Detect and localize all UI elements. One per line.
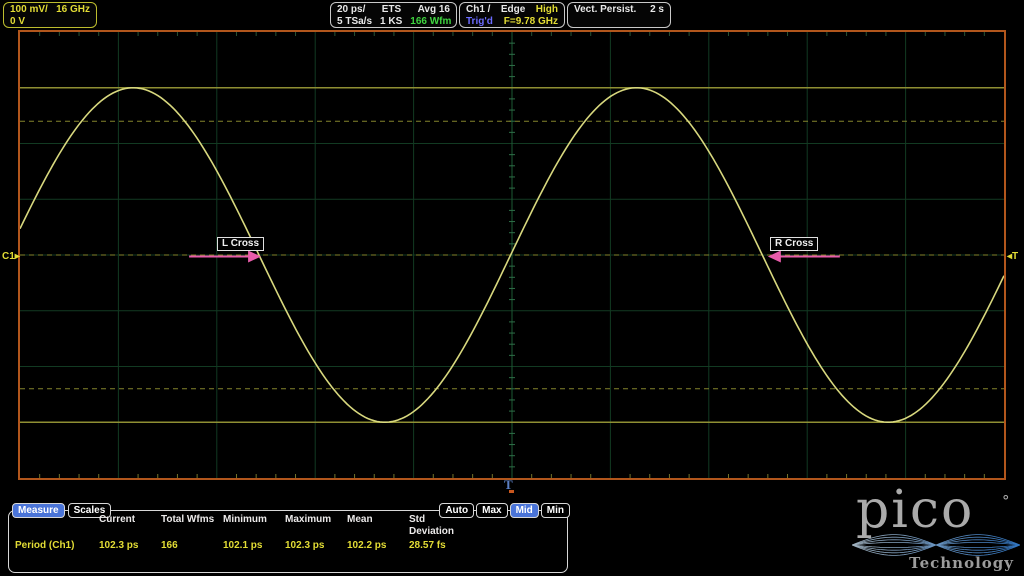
timebase-averaging: Avg 16 bbox=[418, 4, 450, 16]
trigger-source: Ch1 / bbox=[466, 4, 490, 16]
value-mean: 102.2 ps bbox=[347, 540, 409, 552]
measurements-header-row: Current Total Wfms Minimum Maximum Mean … bbox=[15, 514, 563, 538]
value-std-deviation: 28.57 fs bbox=[409, 540, 471, 552]
oscilloscope-screen: 100 mV/ 16 GHz 0 V 20 ps/ ETS Avg 16 5 T… bbox=[0, 0, 1024, 576]
col-maximum: Maximum bbox=[285, 514, 347, 538]
timebase-mode: ETS bbox=[382, 4, 401, 16]
col-total-wfms: Total Wfms bbox=[161, 514, 223, 538]
trigger-position-marker[interactable]: T bbox=[504, 479, 513, 490]
value-maximum: 102.3 ps bbox=[285, 540, 347, 552]
value-minimum: 102.1 ps bbox=[223, 540, 285, 552]
left-cross-marker-label: L Cross bbox=[217, 237, 264, 251]
waveform-display: L Cross R Cross bbox=[20, 32, 1004, 478]
col-std-deviation: Std Deviation bbox=[409, 514, 471, 538]
trigger-level: High bbox=[536, 4, 558, 16]
persistence-value: 2 s bbox=[650, 4, 664, 16]
value-total-wfms: 166 bbox=[161, 540, 223, 552]
measurement-name: Period (Ch1) bbox=[15, 540, 99, 552]
col-current: Current bbox=[99, 514, 161, 538]
record-length: 1 KS bbox=[380, 16, 402, 28]
timebase-scale: 20 ps/ bbox=[337, 4, 365, 16]
col-mean: Mean bbox=[347, 514, 409, 538]
channel1-settings-box[interactable]: 100 mV/ 16 GHz 0 V bbox=[3, 2, 97, 28]
channel-offset: 0 V bbox=[10, 16, 25, 28]
right-cross-marker-label: R Cross bbox=[770, 237, 818, 251]
logo-brand-text: pico bbox=[856, 484, 974, 536]
logo-subtitle-text: Technology bbox=[909, 554, 1014, 572]
measurement-row-period: Period (Ch1) 102.3 ps 166 102.1 ps 102.3… bbox=[15, 540, 563, 552]
measurements-table: Current Total Wfms Minimum Maximum Mean … bbox=[15, 514, 563, 552]
logo-registered-mark: ° bbox=[1002, 492, 1010, 510]
timebase-settings-box[interactable]: 20 ps/ ETS Avg 16 5 TSa/s 1 KS 166 Wfm bbox=[330, 2, 457, 28]
col-minimum: Minimum bbox=[223, 514, 285, 538]
waveform-count: 166 Wfm bbox=[410, 16, 451, 28]
trigger-settings-box[interactable]: Ch1 / Edge High Trig'd F=9.78 GHz bbox=[459, 2, 565, 28]
trigger-position-tick bbox=[509, 490, 514, 493]
trigger-level-marker[interactable]: ◂T bbox=[1007, 251, 1018, 262]
channel1-position-marker[interactable]: C1▸ bbox=[2, 251, 20, 262]
trigger-frequency: F=9.78 GHz bbox=[504, 16, 558, 28]
pico-technology-logo: pico ° Technology bbox=[852, 494, 1020, 574]
measure-panel: Measure Scales Auto Max Mid Min Current … bbox=[8, 510, 568, 573]
trigger-status: Trig'd bbox=[466, 16, 493, 28]
trigger-type: Edge bbox=[501, 4, 525, 16]
graticule-and-trace bbox=[20, 32, 1004, 478]
channel-scale: 100 mV/ bbox=[10, 4, 48, 16]
channel-bandwidth: 16 GHz bbox=[56, 4, 90, 16]
value-current: 102.3 ps bbox=[99, 540, 161, 552]
persistence-label: Vect. Persist. bbox=[574, 4, 636, 16]
persistence-settings-box[interactable]: Vect. Persist. 2 s bbox=[567, 2, 671, 28]
sample-rate: 5 TSa/s bbox=[337, 16, 372, 28]
